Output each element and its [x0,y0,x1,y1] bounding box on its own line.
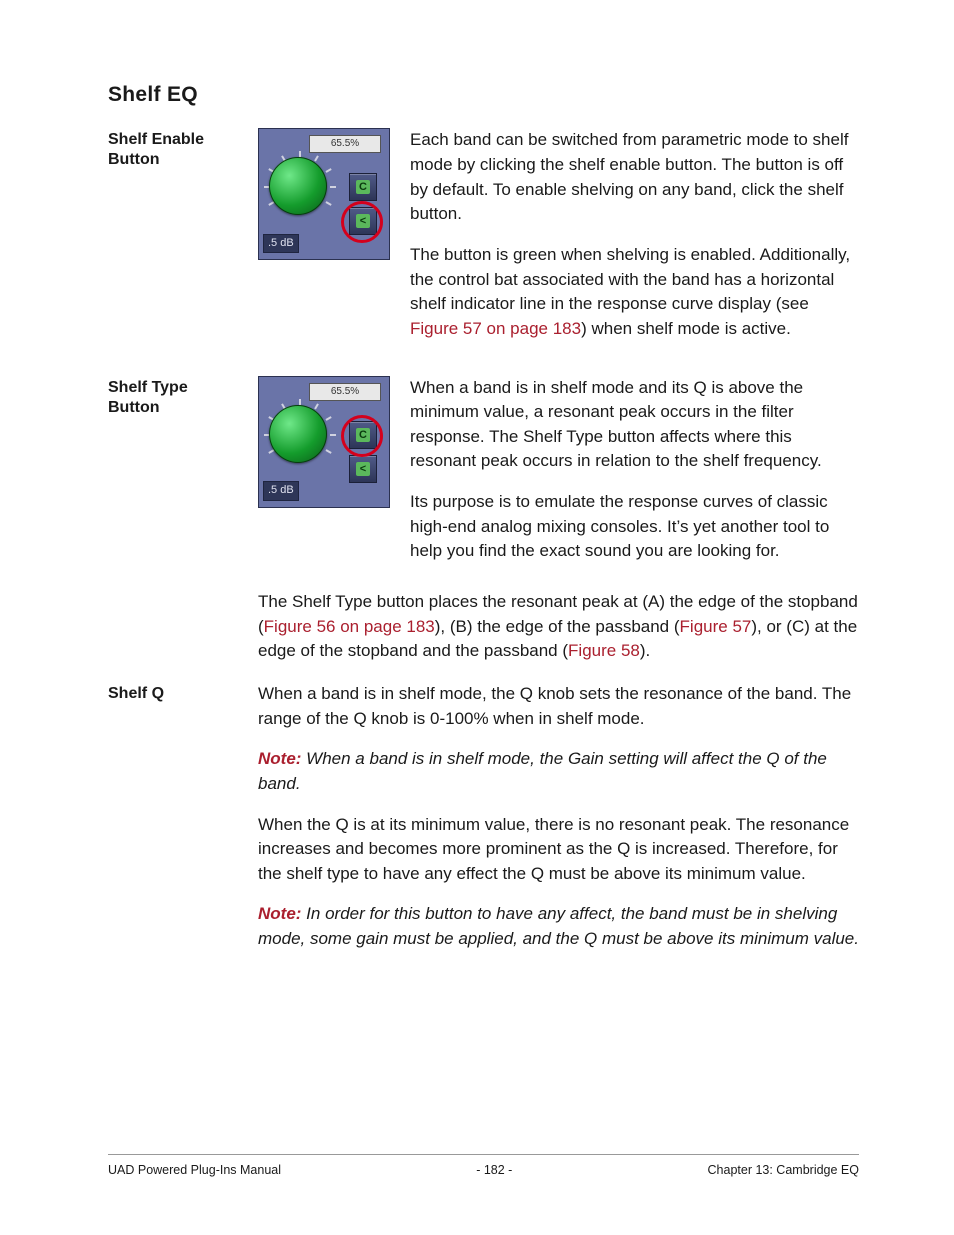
shelf-enable-thumbnail: 65.5% C < .5 dB [258,128,390,260]
gain-knob [269,157,327,215]
body-text: When a band is in shelf mode and its Q i… [410,376,859,475]
db-readout: .5 dB [263,234,299,254]
shelf-enable-button-icon: < [349,207,377,235]
footer-page-number: - 182 - [476,1161,512,1179]
meter-readout: 65.5% [309,135,381,153]
body-text: When a band is in shelf mode, the Q knob… [258,682,859,731]
shelf-type-label: Shelf Type Button [108,376,238,418]
figure-link[interactable]: Figure 57 on page 183 [410,319,581,338]
body-text: When the Q is at its minimum value, ther… [258,813,859,887]
page-footer: UAD Powered Plug-Ins Manual - 182 - Chap… [108,1154,859,1179]
section-heading: Shelf EQ [108,80,859,110]
shelf-q-label: Shelf Q [108,682,238,704]
shelf-type-button-icon: C [349,421,377,449]
note-text: Note: When a band is in shelf mode, the … [258,747,859,796]
shelf-type-thumbnail: 65.5% C < .5 dB [258,376,390,508]
footer-right: Chapter 13: Cambridge EQ [708,1161,859,1179]
meter-readout: 65.5% [309,383,381,401]
shelf-type-button-icon: C [349,173,377,201]
body-text: The button is green when shelving is ena… [410,243,859,342]
body-text: Its purpose is to emulate the response c… [410,490,859,564]
body-text: The Shelf Type button places the resonan… [258,590,859,664]
footer-left: UAD Powered Plug-Ins Manual [108,1161,281,1179]
figure-link[interactable]: Figure 56 on page 183 [264,617,435,636]
body-text: Each band can be switched from parametri… [410,128,859,227]
note-text: Note: In order for this button to have a… [258,902,859,951]
db-readout: .5 dB [263,481,299,501]
figure-link[interactable]: Figure 57 [680,617,752,636]
shelf-enable-label: Shelf Enable Button [108,128,238,170]
figure-link[interactable]: Figure 58 [568,641,640,660]
shelf-enable-button-icon: < [349,455,377,483]
gain-knob [269,405,327,463]
